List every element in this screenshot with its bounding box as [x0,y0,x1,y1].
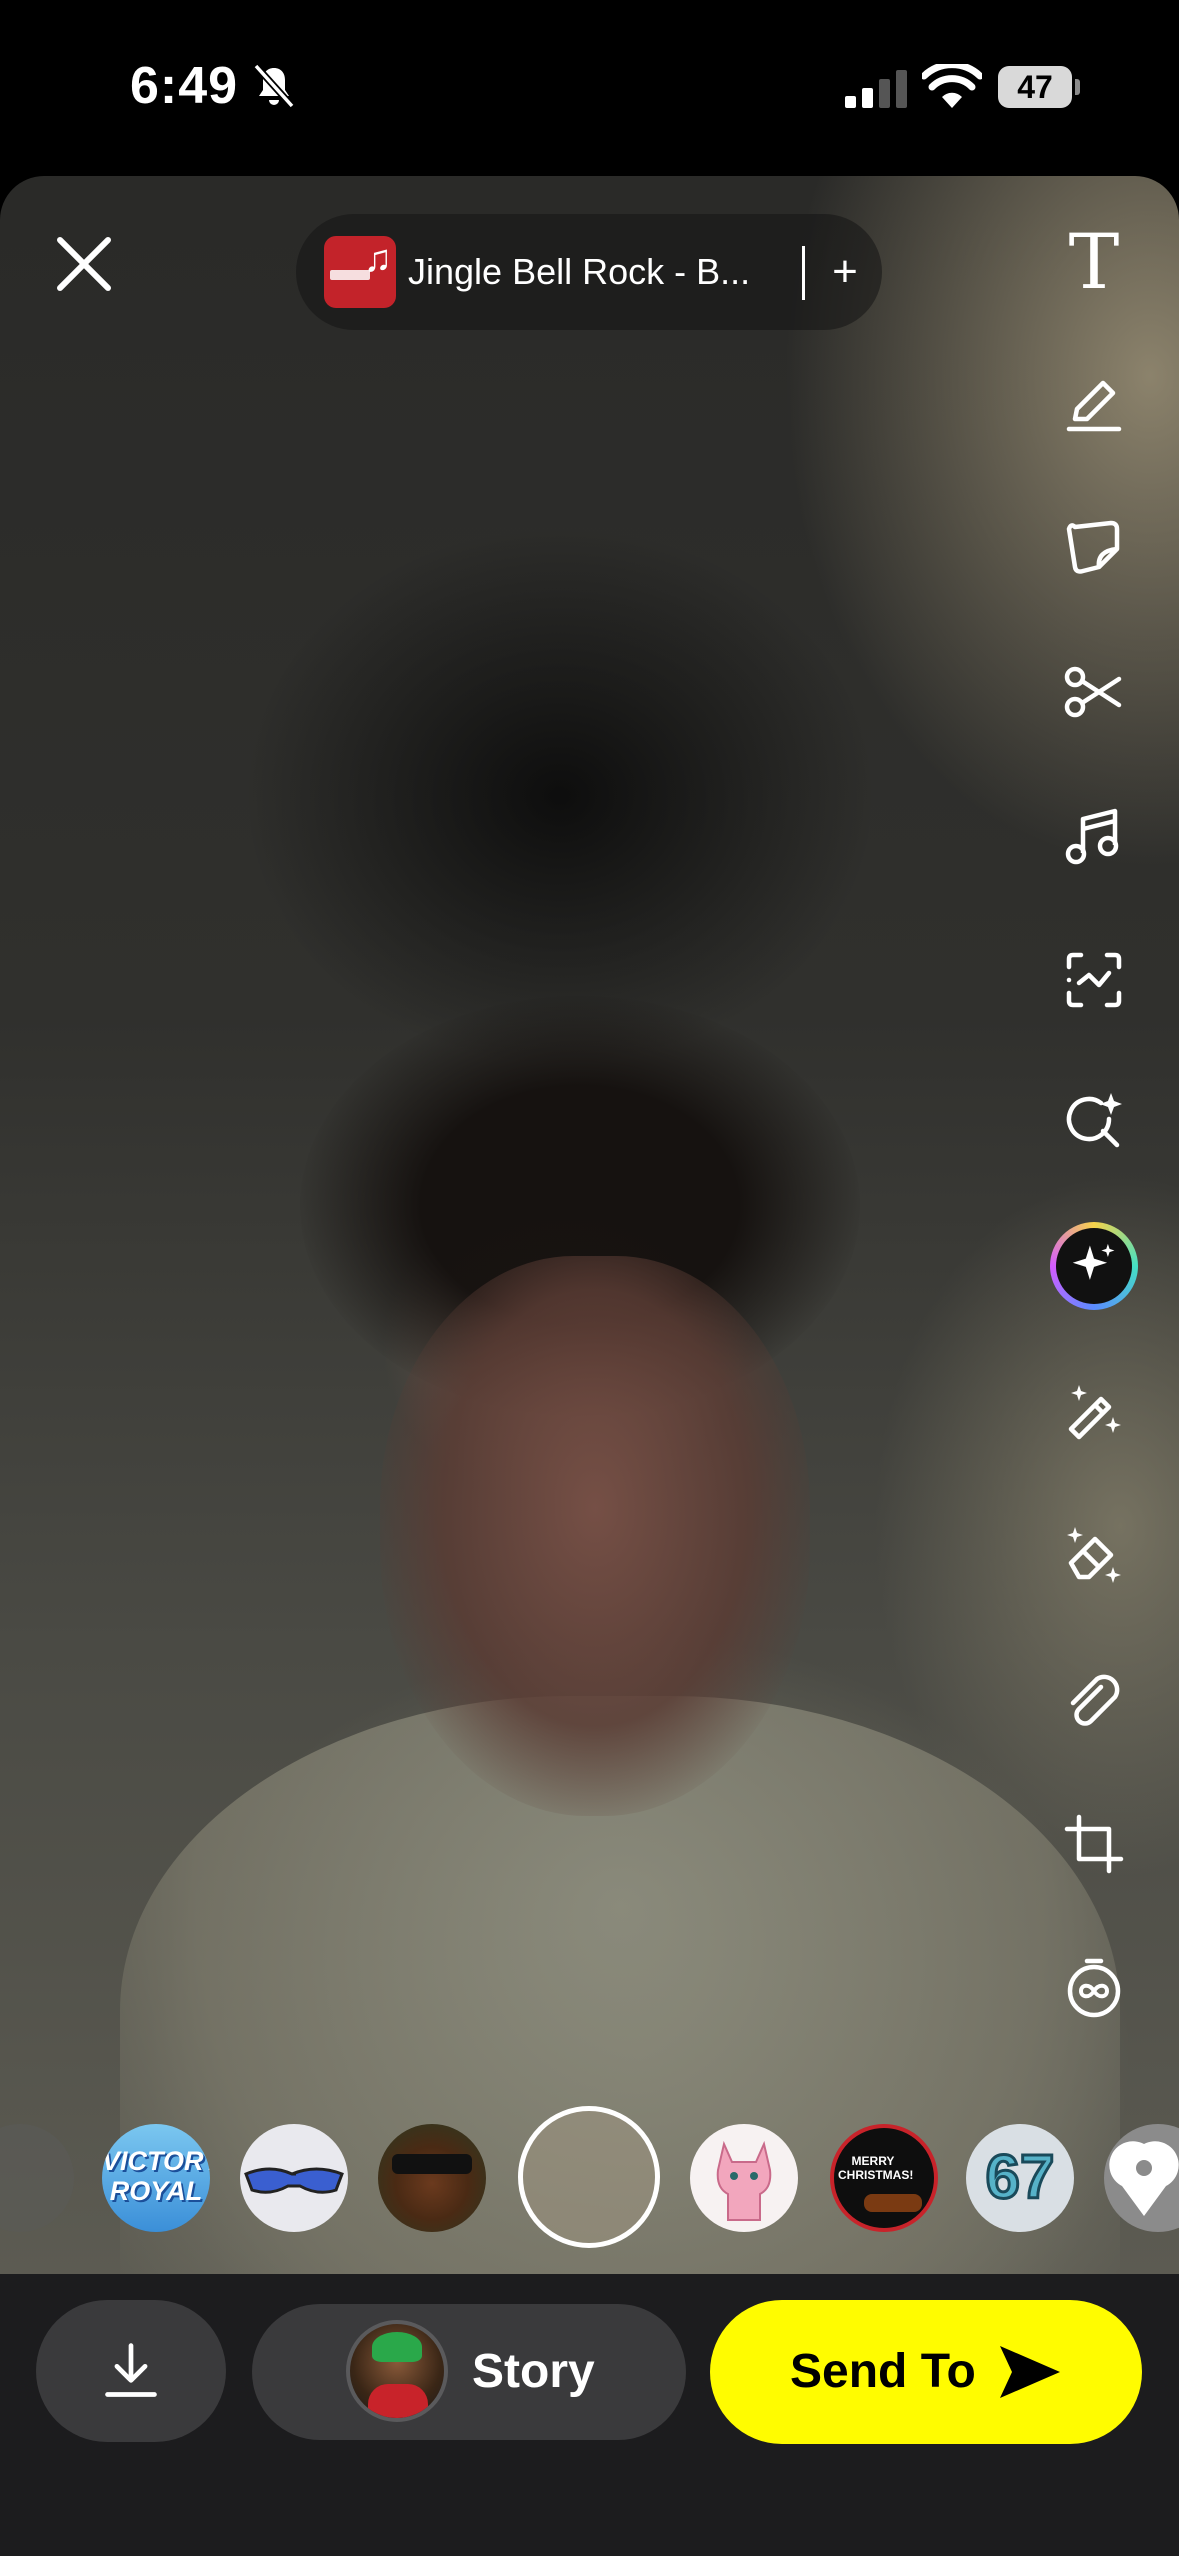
sticker-tool-button[interactable] [1052,506,1136,590]
magic-wand-button[interactable] [1052,1370,1136,1454]
status-time: 6:49 [130,57,239,115]
status-bar: 6:49 47 [0,0,1179,176]
scissors-icon [1064,666,1122,718]
carousel-item-sunglasses[interactable] [240,2124,348,2232]
story-button[interactable]: Story [252,2304,686,2440]
eraser-tool-button[interactable] [1052,1514,1136,1598]
lens-capture-ring[interactable] [518,2106,660,2248]
ai-sparkle-icon [1072,1243,1115,1280]
photo-subject-face [380,1256,810,1816]
avatar [346,2320,448,2422]
location-pin-icon [1109,2141,1179,2216]
eraser-sparkle-icon [1067,1527,1121,1583]
wifi-icon [922,64,982,108]
scissors-tool-button[interactable] [1052,650,1136,734]
magic-wand-icon [1068,1385,1121,1440]
carousel-item-merry-christmas[interactable]: MERRY CHRISTMAS! [830,2124,938,2232]
story-label: Story [472,2345,595,2398]
download-button[interactable] [36,2300,226,2442]
music-note-icon [1065,808,1119,865]
sunglasses-icon [244,2167,344,2194]
carousel-item-67[interactable]: 67 [966,2124,1074,2232]
bottom-action-bar: Story Send To [0,2274,1179,2556]
music-track-pill[interactable]: ♫ Jingle Bell Rock - B... + [296,214,882,330]
scan-tool-button[interactable] [1052,938,1136,1022]
carousel-item-pink-cat[interactable] [690,2124,798,2232]
ai-tool-button[interactable] [1050,1222,1138,1310]
battery-indicator: 47 [998,66,1080,108]
sticker-icon [1066,520,1120,574]
add-music-button[interactable]: + [820,214,870,330]
close-icon[interactable] [48,228,120,300]
carousel-item-victory-royal[interactable]: VICTORY ROYAL [102,2124,210,2232]
carousel-item-partial[interactable] [0,2124,74,2232]
bell-slash-icon [253,63,295,109]
pen-icon [1066,380,1122,432]
crop-icon [1064,1814,1124,1874]
number-sticker-text: 67 [984,2142,1056,2214]
timer-infinity-icon [1067,1958,1121,2018]
send-to-label: Send To [790,2345,976,2398]
scan-icon [1066,952,1122,1008]
paperclip-icon [1070,1674,1120,1726]
track-title: Jingle Bell Rock - B... [408,251,751,292]
text-tool-icon: T [1068,217,1120,306]
send-arrow-icon [1000,2346,1060,2398]
link-attach-button[interactable] [1052,1658,1136,1742]
text-tool-button[interactable]: T [1052,220,1136,304]
draw-tool-button[interactable] [1052,362,1136,446]
timer-tool-button[interactable] [1052,1946,1136,2030]
carousel-item-friend-selfie[interactable] [378,2124,486,2232]
snap-photo[interactable] [0,176,1179,2274]
victory-royal-text: VICTORY ROYAL [102,2146,210,2206]
lens-search-icon [1066,1093,1122,1148]
music-note-glyph: ♫ [363,238,393,280]
sticker-carousel[interactable]: VICTORY ROYAL MERRY CHRISTMAS! 67 [0,2100,1179,2260]
merry-christmas-text: MERRY CHRISTMAS! [838,2154,914,2182]
cellular-signal-icon [845,70,907,108]
download-icon [105,2343,157,2397]
lens-search-button[interactable] [1052,1080,1136,1164]
send-to-button[interactable]: Send To [710,2300,1142,2444]
music-tool-button[interactable] [1052,794,1136,878]
pill-divider [802,246,805,300]
carousel-item-location[interactable] [1104,2124,1179,2232]
crop-tool-button[interactable] [1052,1802,1136,1886]
album-art: ♫ [324,236,396,308]
dachshund-icon [864,2194,922,2212]
pink-cat-icon [716,2140,772,2221]
battery-level: 47 [1017,69,1053,105]
